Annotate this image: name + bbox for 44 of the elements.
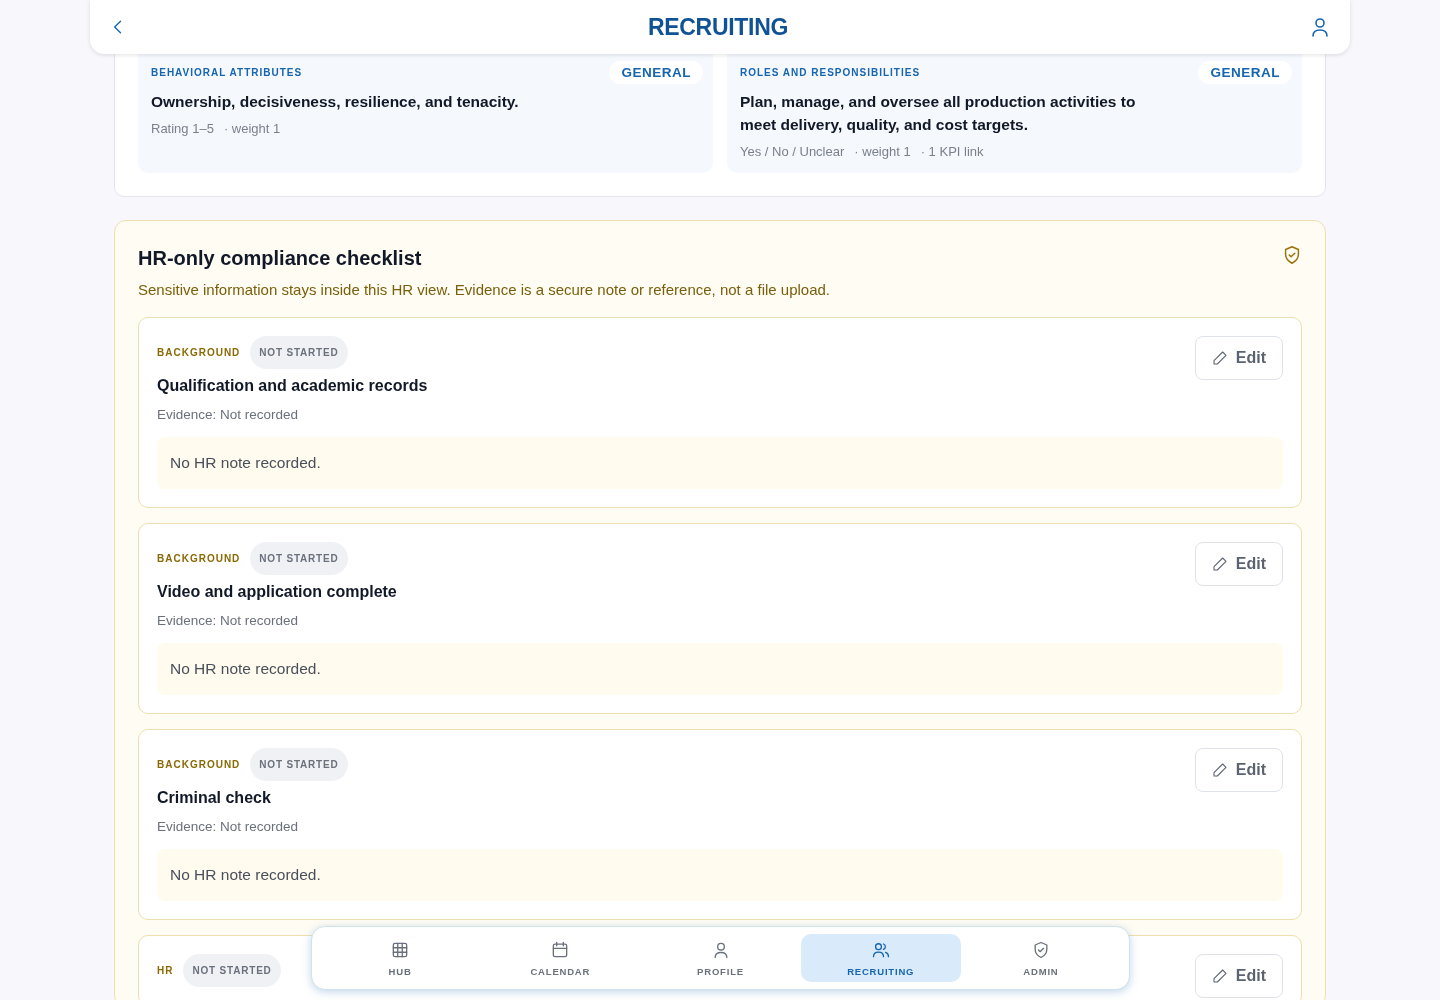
page-title: RECRUITING — [647, 13, 789, 41]
criterion-text: Ownership, decisiveness, resilience, and tenacity. — [151, 92, 520, 112]
item-category: BACKGROUND — [157, 347, 241, 358]
edit-button[interactable]: Edit — [1194, 954, 1283, 998]
nav-tab[interactable]: ADMIN — [960, 934, 1121, 982]
criterion-meta: · 1 KPI link — [920, 144, 984, 159]
criterion-category: ROLES AND RESPONSIBILITIES — [740, 67, 921, 78]
pencil-icon — [1211, 762, 1228, 778]
status-badge: NOT STARTED — [250, 336, 348, 369]
nav-tab[interactable]: RECRUITING — [800, 934, 961, 982]
evidence-text: Evidence: Not recorded — [157, 613, 300, 628]
evidence-text: Evidence: Not recorded — [157, 819, 300, 834]
pencil-icon — [1211, 350, 1228, 366]
general-tag: GENERAL — [1198, 61, 1292, 84]
nav-tab[interactable]: PROFILE — [640, 934, 801, 982]
item-title: Qualification and academic records — [157, 377, 429, 395]
criterion-meta: Yes / No / Unclear — [740, 144, 845, 159]
item-title: Criminal check — [157, 789, 272, 807]
hr-note: No HR note recorded. — [157, 437, 1283, 489]
pencil-icon — [1211, 556, 1228, 572]
criterion-meta: · weight 1 — [854, 144, 911, 159]
criterion-meta: · weight 1 — [223, 121, 281, 136]
status-badge: NOT STARTED — [250, 542, 348, 575]
criterion-meta: Rating 1–5 — [151, 121, 214, 136]
checklist-description: Sensitive information stays inside this HR view. Evidence is a secure note or reference, not a file upload. — [138, 281, 832, 298]
checklist-title: HR-only compliance checklist — [138, 247, 422, 270]
item-category: HR — [157, 965, 174, 976]
item-category: BACKGROUND — [157, 553, 241, 564]
nav-tab[interactable]: HUB — [320, 934, 481, 982]
evidence-text: Evidence: Not recorded — [157, 407, 300, 422]
hr-note: No HR note recorded. — [157, 643, 1283, 695]
nav-tab[interactable]: CALENDAR — [480, 934, 641, 982]
item-title: Video and application complete — [157, 583, 398, 601]
criterion-category: BEHAVIORAL ATTRIBUTES — [151, 67, 303, 78]
status-badge: NOT STARTED — [250, 748, 348, 781]
hr-note: No HR note recorded. — [157, 849, 1283, 901]
edit-button[interactable]: Edit — [1194, 542, 1283, 586]
edit-button[interactable]: Edit — [1194, 336, 1283, 380]
pencil-icon — [1211, 968, 1228, 984]
edit-button[interactable]: Edit — [1194, 748, 1283, 792]
status-badge: NOT STARTED — [183, 954, 281, 987]
criterion-text: Plan, manage, and oversee all production activities to meet delivery, quality, and cost targets. — [740, 92, 1137, 135]
general-tag: GENERAL — [609, 61, 703, 84]
item-category: BACKGROUND — [157, 759, 241, 770]
